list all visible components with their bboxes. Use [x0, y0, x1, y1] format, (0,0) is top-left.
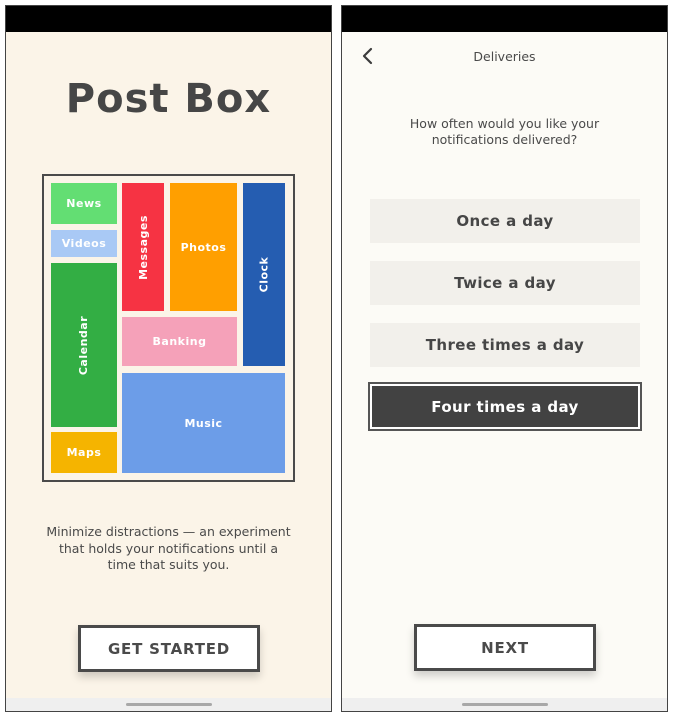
tile-music: Music — [122, 373, 285, 473]
option-three-times-a-day[interactable]: Three times a day — [370, 323, 640, 367]
option-label: Once a day — [456, 212, 554, 230]
system-nav-bar — [342, 698, 667, 711]
home-indicator[interactable] — [461, 703, 548, 706]
system-nav-bar — [6, 698, 331, 711]
welcome-screen: Post Box News Videos Calendar Maps Messa… — [5, 5, 332, 712]
tile-clock: Clock — [243, 183, 285, 366]
option-twice-a-day[interactable]: Twice a day — [370, 261, 640, 305]
home-indicator[interactable] — [125, 703, 212, 706]
tile-maps: Maps — [51, 432, 117, 473]
question-text: How often would you like your notificati… — [409, 116, 600, 147]
option-label: Four times a day — [431, 397, 579, 416]
app-title: Post Box — [65, 76, 272, 122]
get-started-button[interactable]: GET STARTED — [78, 625, 260, 672]
option-label: Twice a day — [454, 274, 556, 292]
option-four-times-a-day[interactable]: Four times a day — [368, 382, 642, 431]
tile-label: Videos — [61, 237, 107, 250]
status-bar — [342, 6, 667, 32]
tile-messages: Messages — [122, 183, 164, 311]
tagline: Minimize distractions — an experiment th… — [46, 524, 291, 572]
tile-calendar: Calendar — [51, 263, 117, 427]
screen-title: Deliveries — [473, 49, 536, 64]
next-button[interactable]: NEXT — [414, 624, 596, 671]
tile-photos: Photos — [170, 183, 237, 311]
tile-banking: Banking — [122, 317, 237, 366]
option-label: Three times a day — [425, 336, 585, 354]
deliveries-screen: Deliveries How often would you like your… — [341, 5, 668, 712]
tile-label: News — [66, 197, 102, 210]
tile-label: Music — [184, 416, 223, 430]
option-once-a-day[interactable]: Once a day — [370, 199, 640, 243]
tile-label: Clock — [257, 256, 271, 293]
status-bar — [6, 6, 331, 32]
tile-videos: Videos — [51, 230, 117, 257]
tile-label: Photos — [180, 240, 227, 254]
tile-label: Calendar — [77, 315, 91, 375]
tile-label: Maps — [66, 446, 102, 459]
app-grid-illustration: News Videos Calendar Maps Messages Photo… — [42, 174, 295, 482]
tile-news: News — [51, 183, 117, 224]
tile-label: Banking — [152, 335, 207, 348]
tile-label: Messages — [136, 214, 150, 280]
